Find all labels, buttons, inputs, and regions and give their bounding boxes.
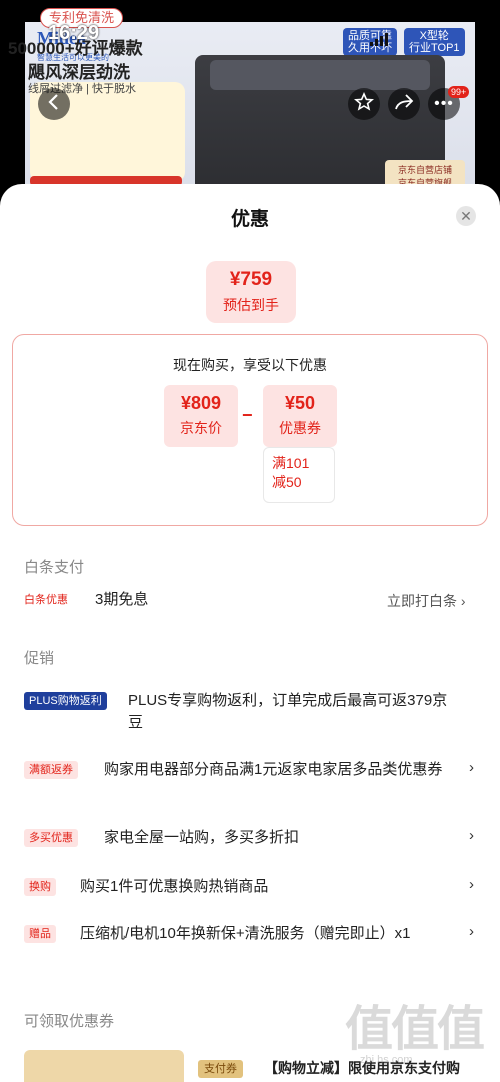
estimated-price-box: ¥759 预估到手 xyxy=(206,261,296,323)
share-icon xyxy=(394,93,414,116)
back-arrow-icon xyxy=(47,93,61,115)
baitiao-tag: 白条优惠 xyxy=(24,594,68,606)
jd-price-box: ¥809 京东价 xyxy=(164,385,238,447)
back-button[interactable] xyxy=(38,88,70,120)
promotion-tag: 多买优惠 xyxy=(24,829,78,847)
more-icon: ••• xyxy=(434,95,454,112)
promotion-text: 压缩机/电机10年换新保+清洗服务（赠完即止）x1 xyxy=(80,925,411,942)
coupon-condition: 满101 减50 xyxy=(263,447,335,503)
close-icon: ✕ xyxy=(460,208,472,224)
estimated-price: ¥759 xyxy=(229,269,273,290)
discount-sheet: 优惠 ✕ ¥759 预估到手 现在购买，享受以下优惠 ¥809 京东价 − ¥5… xyxy=(0,184,500,1082)
promotion-text: 购买1件可优惠换购热销商品 xyxy=(80,878,269,895)
chevron-right-icon: › xyxy=(469,759,474,776)
promotion-row-plus[interactable]: PLUS购物返利 PLUS专享购物返利，订单完成后最高可返379京豆 xyxy=(24,689,484,733)
coupon-condition-discount: 减50 xyxy=(272,474,302,490)
promotion-row-coupon-return[interactable]: 满额返券 购家用电器部分商品满1元返家电家居多品类优惠券 › xyxy=(24,758,484,802)
discount-calculation-panel: 现在购买，享受以下优惠 ¥809 京东价 − ¥50 优惠券 满101 减50 xyxy=(12,334,488,526)
minus-operator: − xyxy=(242,405,253,425)
promotion-section-title: 促销 xyxy=(24,650,55,667)
share-button[interactable] xyxy=(388,88,420,120)
promotion-row-exchange[interactable]: 换购 购买1件可优惠换购热销商品 › xyxy=(24,875,484,897)
promotion-row-multi-buy[interactable]: 多买优惠 家电全屋一站购，多买多折扣 › xyxy=(24,826,484,848)
close-button[interactable]: ✕ xyxy=(456,206,476,226)
estimated-price-label: 预估到手 xyxy=(223,297,279,313)
coupon-item-tag: 支付券 xyxy=(198,1060,243,1078)
chevron-right-icon: › xyxy=(469,827,474,844)
promotion-tag: 赠品 xyxy=(24,925,56,943)
promotion-text: 家电全屋一站购，多买多折扣 xyxy=(104,829,300,846)
washer-lid xyxy=(210,60,430,90)
jd-price-value: ¥809 xyxy=(180,393,222,413)
coupon-box: ¥50 优惠券 xyxy=(263,385,337,447)
coupon-condition-threshold: 满101 xyxy=(272,455,310,471)
signal-icon xyxy=(370,28,390,46)
jd-price-label: 京东价 xyxy=(180,420,222,436)
status-icons xyxy=(370,28,440,46)
more-badge: 99+ xyxy=(448,86,470,98)
calc-heading: 现在购买，享受以下优惠 xyxy=(173,357,327,373)
baitiao-row[interactable]: 白条优惠 3期免息 立即打白条 › xyxy=(24,589,484,611)
coupon-label: 优惠券 xyxy=(279,420,321,436)
coupon-section-title: 可领取优惠券 xyxy=(24,1013,115,1030)
promotion-text: PLUS专享购物返利，订单完成后最高可返379京豆 xyxy=(128,692,448,731)
chevron-right-icon: › xyxy=(469,923,474,940)
promotion-tag: 换购 xyxy=(24,878,56,896)
watermark-url: zhi.hs.com xyxy=(360,1054,413,1066)
baitiao-text: 3期免息 xyxy=(95,591,149,608)
favorite-button[interactable] xyxy=(348,88,380,120)
baitiao-section-title: 白条支付 xyxy=(24,559,85,576)
baitiao-link[interactable]: 立即打白条 › xyxy=(387,591,466,611)
promotion-tag: PLUS购物返利 xyxy=(24,692,107,710)
chevron-right-icon: › xyxy=(469,876,474,893)
promotion-text: 购家用电器部分商品满1元返家电家居多品类优惠券 xyxy=(104,761,443,778)
promotion-row-gift[interactable]: 赠品 压缩机/电机10年换新保+清洗服务（赠完即止）x1 › xyxy=(24,922,484,966)
promotion-tag: 满额返券 xyxy=(24,761,78,779)
sheet-title: 优惠 xyxy=(230,209,269,230)
coupon-card-thumb[interactable] xyxy=(24,1050,184,1082)
coupon-value: ¥50 xyxy=(284,393,316,413)
star-icon xyxy=(353,91,375,117)
status-time: 16:29 xyxy=(48,22,100,44)
